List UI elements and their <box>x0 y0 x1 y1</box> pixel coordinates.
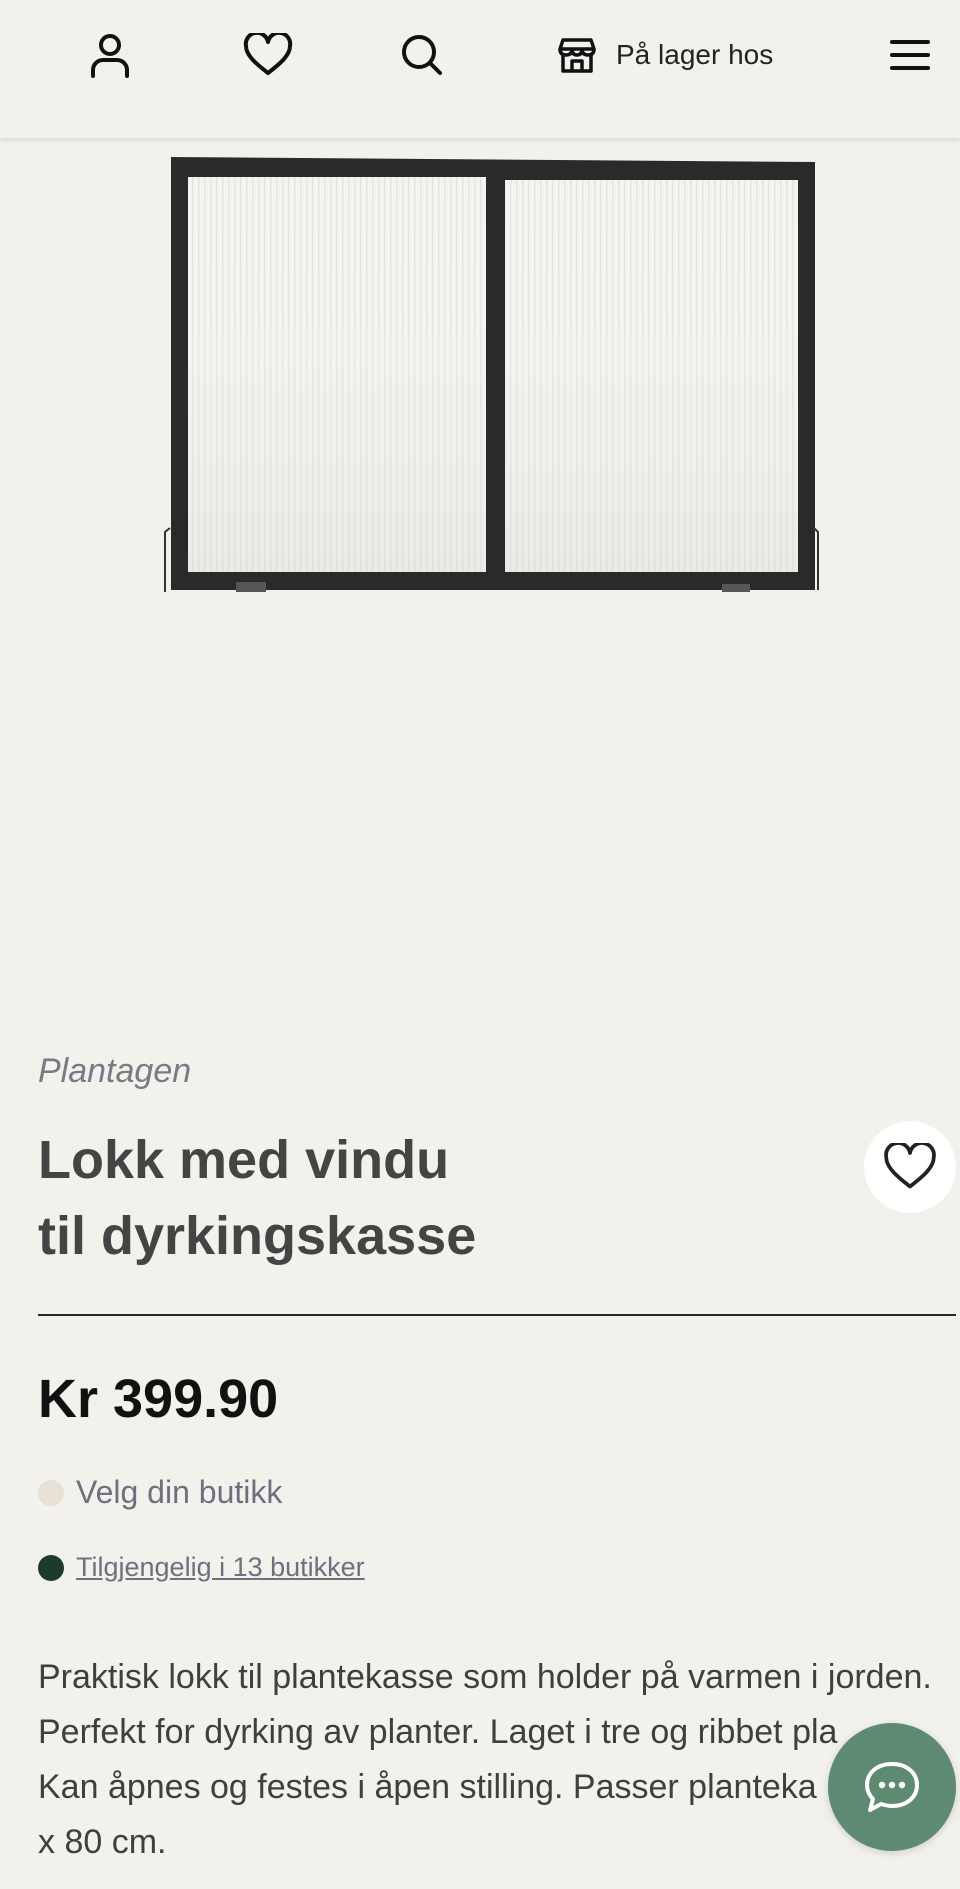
search-button[interactable] <box>392 26 452 84</box>
heart-icon <box>884 1143 936 1189</box>
menu-button[interactable] <box>886 26 934 84</box>
description-line: x 80 cm. <box>38 1823 167 1861</box>
availability-dot <box>38 1554 64 1581</box>
divider <box>38 1314 956 1316</box>
user-icon <box>91 34 129 78</box>
account-button[interactable] <box>80 26 140 84</box>
store-stock-button[interactable]: På lager hos <box>558 26 778 84</box>
product-page: På lager hos Plantagen Lokk med vindu ti… <box>0 0 960 1889</box>
chat-button[interactable] <box>828 1723 956 1851</box>
store-status-dot <box>38 1479 64 1506</box>
product-image[interactable] <box>0 138 960 1038</box>
search-icon <box>402 35 442 75</box>
wishlist-button[interactable] <box>238 26 298 84</box>
description-line: Perfekt for dyrking av planter. Laget i … <box>38 1713 838 1751</box>
product-title: Lokk med vindu til dyrkingskasse <box>38 1122 818 1274</box>
add-to-wishlist-button[interactable] <box>864 1121 956 1213</box>
product-description: Praktisk lokk til plantekasse som holder… <box>38 1650 960 1870</box>
product-title-line: Lokk med vindu <box>38 1130 450 1190</box>
store-icon <box>558 38 596 73</box>
product-brand: Plantagen <box>38 1052 192 1090</box>
heart-icon <box>243 33 293 75</box>
availability-row: Tilgjengelig i 13 butikker <box>38 1552 365 1583</box>
top-navigation: På lager hos <box>0 0 960 138</box>
description-line: Praktisk lokk til plantekasse som holder… <box>38 1658 932 1696</box>
select-store-link[interactable]: Velg din butikk <box>38 1474 282 1511</box>
chat-icon <box>865 1762 919 1812</box>
availability-link[interactable]: Tilgjengelig i 13 butikker <box>76 1552 365 1583</box>
select-store-label: Velg din butikk <box>76 1474 283 1510</box>
product-price: Kr 399.90 <box>38 1369 279 1429</box>
menu-icon <box>890 40 930 70</box>
description-line: Kan åpnes og festes i åpen stilling. Pas… <box>38 1768 817 1806</box>
store-stock-label: På lager hos <box>616 39 774 70</box>
product-title-line: til dyrkingskasse <box>38 1206 477 1266</box>
